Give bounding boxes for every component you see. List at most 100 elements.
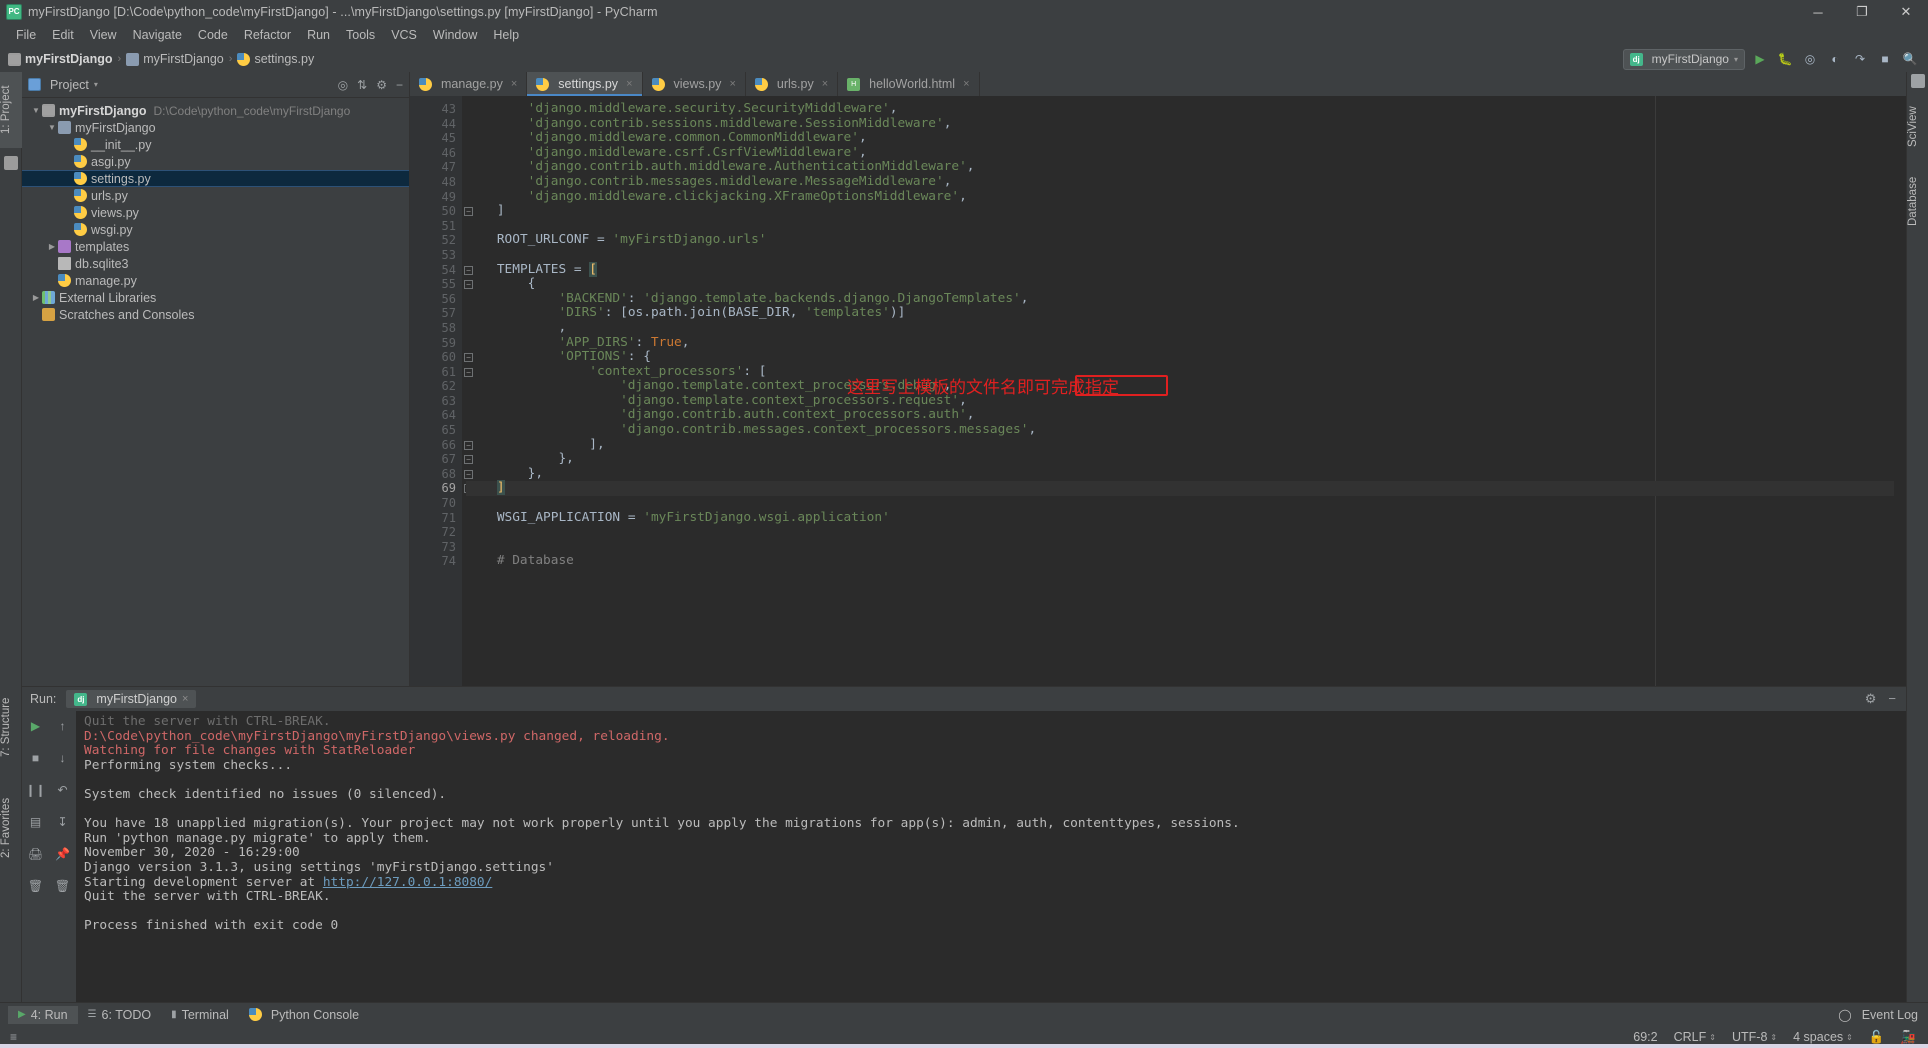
tree-item-db-sqlite3[interactable]: db.sqlite3 (22, 255, 409, 272)
code-line[interactable]: ROOT_URLCONF = 'myFirstDjango.urls' (466, 233, 1906, 248)
menu-item-window[interactable]: Window (425, 26, 485, 44)
sidebar-item-project[interactable]: 1: Project (0, 72, 22, 148)
code-line[interactable]: 'django.template.context_processors.requ… (466, 393, 1906, 409)
menu-item-view[interactable]: View (82, 26, 125, 44)
code-line[interactable]: }, (466, 452, 1906, 467)
code-line[interactable]: 'django.middleware.security.SecurityMidd… (466, 101, 1906, 117)
coverage-icon[interactable]: ◎ (1800, 49, 1820, 69)
code-line[interactable]: TEMPLATES = [ (466, 261, 1906, 278)
delete-icon[interactable]: 🗑 (54, 877, 72, 895)
code-line[interactable]: 'django.contrib.sessions.middleware.Sess… (466, 116, 1906, 132)
bottom-item-terminal[interactable]: ▮ Terminal (161, 1006, 239, 1024)
code-line[interactable]: # Database (466, 554, 1906, 569)
code-line[interactable]: 'django.contrib.auth.middleware.Authenti… (466, 160, 1906, 175)
attach-icon[interactable]: ↷ (1850, 49, 1870, 69)
unlocked-icon[interactable]: 🔓 (1869, 1030, 1885, 1045)
down-icon[interactable]: ↓ (54, 749, 72, 767)
bottom-item-run[interactable]: ▶ 4: Run (8, 1005, 78, 1024)
settings-icon[interactable]: ⚙ (1865, 691, 1877, 707)
code-line[interactable]: ], (466, 437, 1906, 453)
code-line[interactable]: 'context_processors': [ (466, 364, 1906, 380)
code-content[interactable]: 'django.middleware.security.SecurityMidd… (466, 101, 1906, 686)
code-line[interactable]: ] (466, 204, 1906, 219)
menu-item-code[interactable]: Code (190, 26, 236, 44)
menu-item-refactor[interactable]: Refactor (236, 26, 299, 44)
tree-item-templates[interactable]: ▶ templates (22, 238, 409, 255)
project-tree[interactable]: ▼ myFirstDjango D:\Code\python_code\myFirs… (22, 98, 409, 323)
editor-tab-views-py[interactable]: views.py × (642, 72, 746, 96)
code-line[interactable]: 'django.middleware.common.CommonMiddlewa… (466, 130, 1906, 146)
code-line[interactable]: 'django.template.context_processors.debu… (466, 378, 1906, 394)
menu-item-file[interactable]: File (8, 26, 44, 44)
chevron-right-icon[interactable]: ▶ (30, 293, 42, 302)
code-line[interactable] (466, 496, 1906, 511)
bottom-item-todo[interactable]: ☰ 6: TODO (78, 1006, 162, 1024)
close-icon[interactable]: × (626, 78, 632, 90)
breadcrumb-item-module[interactable]: myFirstDjango (126, 52, 224, 66)
code-line[interactable]: 'DIRS': [os.path.join(BASE_DIR, 'templat… (466, 306, 1906, 321)
scroll-to-end-icon[interactable]: ↧ (54, 813, 72, 831)
clear-all-icon[interactable]: 🗑 (27, 877, 45, 895)
code-line[interactable]: 'django.contrib.messages.context_process… (466, 422, 1906, 438)
rerun-icon[interactable]: ▶ (27, 717, 45, 735)
stop-icon[interactable]: ■ (27, 749, 45, 767)
menu-item-help[interactable]: Help (485, 26, 527, 44)
tree-item-myfirstdjango[interactable]: ▼ myFirstDjango (22, 119, 409, 136)
code-line[interactable]: , (466, 320, 1906, 336)
project-panel-title-group[interactable]: Project ▾ (28, 78, 98, 92)
search-everywhere-icon[interactable]: 🔍 (1900, 49, 1920, 69)
sidebar-item-sciview[interactable]: SciView (1907, 94, 1928, 160)
pause-icon[interactable]: ❙❙ (25, 781, 45, 799)
console-link[interactable]: http://127.0.0.1:8080/ (323, 875, 493, 890)
maximize-button[interactable]: ❐ (1840, 0, 1884, 24)
menu-item-tools[interactable]: Tools (338, 26, 383, 44)
tree-item-urls-py[interactable]: urls.py (22, 187, 409, 204)
sidebar-item-structure[interactable]: 7: Structure (0, 684, 22, 770)
code-line[interactable] (466, 219, 1906, 234)
sidebar-item-favorites[interactable]: 2: Favorites (0, 782, 22, 874)
tree-item-views-py[interactable]: views.py (22, 204, 409, 221)
collapse-all-icon[interactable]: ⇅ (357, 78, 367, 92)
code-line[interactable]: 'django.contrib.auth.context_processors.… (466, 408, 1906, 423)
breadcrumb-item-project[interactable]: myFirstDjango (8, 52, 113, 66)
editor-tab-urls-py[interactable]: urls.py × (745, 72, 839, 96)
folder-icon[interactable] (4, 156, 18, 170)
menu-item-run[interactable]: Run (299, 26, 338, 44)
editor-tab-settings-py[interactable]: settings.py × (527, 72, 643, 96)
menu-item-navigate[interactable]: Navigate (125, 26, 190, 44)
run-tab-myfirstdjango[interactable]: dj myFirstDjango × (66, 690, 197, 708)
status-caret-icon[interactable]: ≡ (10, 1030, 17, 1044)
editor-tab-helloworld-html[interactable]: HhelloWorld.html × (838, 72, 980, 96)
chevron-right-icon[interactable]: ▶ (46, 242, 58, 251)
print-icon[interactable]: 🖨 (27, 845, 45, 863)
code-line[interactable]: 'django.contrib.messages.middleware.Mess… (466, 174, 1906, 190)
sidebar-item-database[interactable]: Database (1907, 166, 1928, 236)
chevron-down-icon[interactable]: ▼ (46, 123, 58, 132)
layout-icon[interactable] (1911, 74, 1925, 88)
close-icon[interactable]: × (963, 78, 969, 90)
settings-icon[interactable]: ⚙ (376, 78, 387, 92)
hide-icon[interactable]: − (1888, 691, 1896, 707)
hide-icon[interactable]: − (396, 78, 403, 92)
close-icon[interactable]: × (511, 78, 517, 90)
target-icon[interactable]: ◎ (338, 78, 348, 92)
code-line[interactable]: ] (466, 480, 1906, 497)
caret-position[interactable]: 69:2 (1633, 1030, 1657, 1044)
profile-icon[interactable]: ◐ (1825, 49, 1845, 69)
tree-item-myfirstdjango[interactable]: ▼ myFirstDjango D:\Code\python_code\myFirs… (22, 102, 409, 119)
code-editor[interactable]: 43 44 45 46 47 48 49 50−51 52 53 54−55−56 57 58 59 60−… (410, 96, 1906, 686)
stop-icon[interactable]: ■ (1875, 49, 1895, 69)
code-line[interactable]: 'BACKEND': 'django.template.backends.dja… (466, 291, 1906, 307)
run-console-output[interactable]: Quit the server with CTRL-BREAK. D:\Code\… (76, 711, 1906, 1008)
debug-icon[interactable]: 🐛 (1775, 49, 1795, 69)
tree-item-asgi-py[interactable]: asgi.py (22, 153, 409, 170)
code-line[interactable]: { (466, 277, 1906, 292)
run-configuration-selector[interactable]: dj myFirstDjango ▾ (1622, 48, 1745, 70)
tree-item-manage-py[interactable]: manage.py (22, 272, 409, 289)
code-line[interactable]: WSGI_APPLICATION = 'myFirstDjango.wsgi.a… (466, 510, 1906, 526)
chevron-down-icon[interactable]: ▼ (30, 106, 42, 115)
code-line[interactable] (466, 525, 1906, 540)
bottom-item-python-console[interactable]: Python Console (239, 1006, 369, 1024)
trace-icon[interactable]: ▤ (27, 813, 45, 831)
encoding-selector[interactable]: UTF-8 ⇕ (1732, 1030, 1777, 1044)
